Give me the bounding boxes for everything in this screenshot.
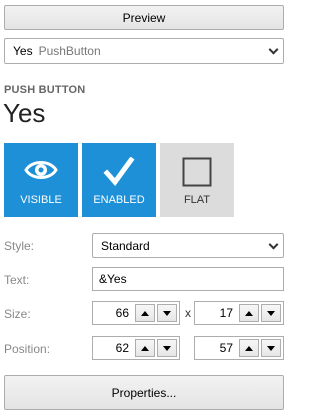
- properties-button[interactable]: Properties...: [4, 375, 284, 410]
- arrow-up-icon: [245, 310, 253, 316]
- enabled-tile-label: ENABLED: [93, 194, 145, 206]
- flat-tile-label: FLAT: [183, 194, 211, 206]
- size-width-down-button[interactable]: [157, 304, 177, 322]
- style-select-value: Standard: [101, 238, 150, 253]
- arrow-down-icon: [267, 345, 275, 351]
- square-icon: [182, 157, 212, 190]
- size-width-up-button[interactable]: [135, 304, 155, 322]
- arrow-up-icon: [245, 345, 253, 351]
- style-select[interactable]: Standard: [92, 233, 284, 258]
- position-x-value: 62: [115, 341, 129, 355]
- preview-button-label: Preview: [122, 10, 166, 25]
- visible-toggle-tile[interactable]: VISIBLE: [4, 143, 78, 217]
- position-y-stepper[interactable]: 57: [194, 336, 284, 360]
- preview-button[interactable]: Preview: [4, 5, 284, 30]
- position-y-down-button[interactable]: [261, 339, 281, 357]
- size-height-value: 17: [219, 306, 233, 320]
- position-label: Position:: [4, 342, 51, 356]
- chevron-down-icon: [268, 44, 279, 55]
- control-select[interactable]: Yes PushButton: [4, 38, 284, 64]
- enabled-toggle-tile[interactable]: ENABLED: [82, 143, 156, 217]
- size-width-value: 66: [115, 306, 129, 320]
- size-separator: x: [185, 306, 191, 320]
- control-name-title: Yes: [3, 98, 46, 128]
- control-select-type: PushButton: [38, 44, 101, 58]
- arrow-up-icon: [141, 345, 149, 351]
- properties-button-label: Properties...: [111, 385, 177, 400]
- text-input[interactable]: &Yes: [92, 267, 284, 291]
- eye-icon: [24, 157, 58, 186]
- position-y-value: 57: [219, 341, 233, 355]
- size-label: Size:: [4, 307, 31, 321]
- checkmark-icon: [103, 156, 135, 190]
- control-select-value: Yes: [13, 44, 33, 58]
- chevron-down-icon: [268, 239, 279, 250]
- position-x-down-button[interactable]: [157, 339, 177, 357]
- control-type-heading: PUSH BUTTON: [4, 84, 86, 96]
- text-label: Text:: [4, 273, 30, 287]
- position-x-up-button[interactable]: [135, 339, 155, 357]
- text-input-value: &Yes: [99, 272, 127, 286]
- arrow-down-icon: [267, 310, 275, 316]
- size-height-stepper[interactable]: 17: [194, 301, 284, 325]
- position-y-up-button[interactable]: [239, 339, 259, 357]
- size-height-down-button[interactable]: [261, 304, 281, 322]
- arrow-down-icon: [163, 345, 171, 351]
- size-width-stepper[interactable]: 66: [92, 301, 180, 325]
- arrow-up-icon: [141, 310, 149, 316]
- visible-tile-label: VISIBLE: [20, 194, 62, 206]
- style-label: Style:: [4, 239, 35, 253]
- flat-toggle-tile[interactable]: FLAT: [160, 143, 234, 217]
- arrow-down-icon: [163, 310, 171, 316]
- position-x-stepper[interactable]: 62: [92, 336, 180, 360]
- size-height-up-button[interactable]: [239, 304, 259, 322]
